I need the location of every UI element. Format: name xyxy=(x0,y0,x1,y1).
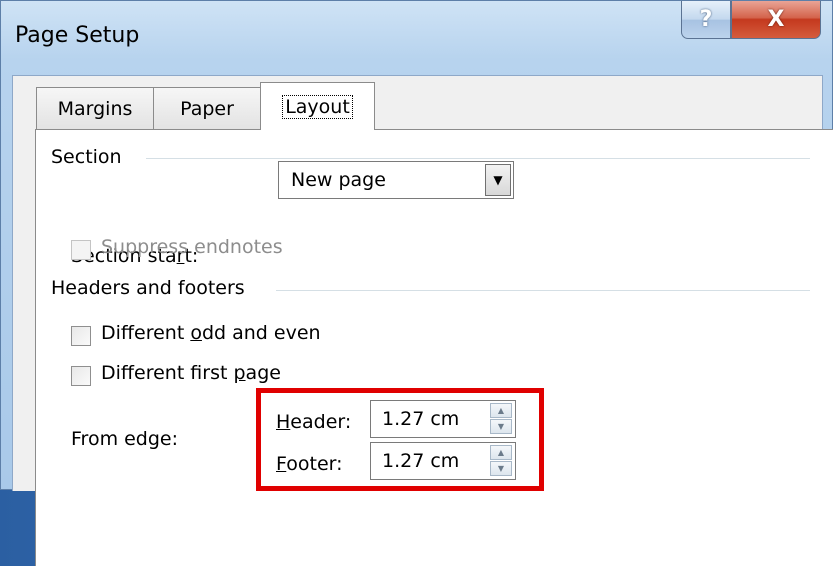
footer-distance-value: 1.27 cm xyxy=(382,450,460,472)
close-button[interactable]: X xyxy=(731,1,821,39)
section-heading: Section xyxy=(51,146,130,168)
layout-tab-panel: Section Section start: New page ▼ Suppre… xyxy=(35,129,833,566)
close-icon: X xyxy=(767,7,785,32)
different-odd-even-checkbox[interactable] xyxy=(71,326,91,346)
section-start-value: New page xyxy=(291,169,386,191)
footer-distance-label: Footer: xyxy=(276,453,343,475)
dialog-title: Page Setup xyxy=(15,23,140,48)
header-distance-value: 1.27 cm xyxy=(382,408,460,430)
different-odd-even-label: Different odd and even xyxy=(101,322,321,344)
headers-footers-divider xyxy=(276,290,810,291)
tab-margins-label: Margins xyxy=(57,97,133,120)
spin-down-icon[interactable]: ▼ xyxy=(490,419,512,434)
suppress-endnotes-label: Suppress endnotes xyxy=(101,236,283,258)
help-icon: ? xyxy=(699,7,713,32)
header-distance-label: Header: xyxy=(276,411,352,433)
spin-up-icon[interactable]: ▲ xyxy=(490,445,512,460)
tab-layout-label: Layout xyxy=(282,94,353,119)
headers-footers-heading: Headers and footers xyxy=(51,277,253,299)
suppress-endnotes-checkbox[interactable] xyxy=(71,240,91,260)
header-distance-spinner[interactable]: 1.27 cm ▲ ▼ xyxy=(370,400,516,438)
title-bar[interactable]: Page Setup ? X xyxy=(1,1,833,75)
footer-spin-buttons: ▲ ▼ xyxy=(490,445,512,477)
header-spin-buttons: ▲ ▼ xyxy=(490,403,512,435)
spin-down-icon[interactable]: ▼ xyxy=(490,461,512,476)
dialog-client-area: Margins Paper Layout Section Section sta… xyxy=(12,75,833,566)
page-setup-dialog: Page Setup ? X Margins Paper Layout Sect… xyxy=(0,0,833,566)
different-first-page-label: Different first page xyxy=(101,362,281,384)
spin-up-icon[interactable]: ▲ xyxy=(490,403,512,418)
tab-layout[interactable]: Layout xyxy=(260,82,375,130)
chevron-down-icon[interactable]: ▼ xyxy=(485,164,511,196)
tab-margins[interactable]: Margins xyxy=(36,87,154,129)
different-first-page-checkbox[interactable] xyxy=(71,366,91,386)
from-edge-label: From edge: xyxy=(71,428,179,450)
section-start-select[interactable]: New page ▼ xyxy=(278,161,514,199)
section-divider xyxy=(146,158,810,159)
tab-paper-label: Paper xyxy=(180,97,234,120)
footer-distance-spinner[interactable]: 1.27 cm ▲ ▼ xyxy=(370,442,516,480)
help-button[interactable]: ? xyxy=(681,1,731,39)
tab-paper[interactable]: Paper xyxy=(153,87,261,129)
